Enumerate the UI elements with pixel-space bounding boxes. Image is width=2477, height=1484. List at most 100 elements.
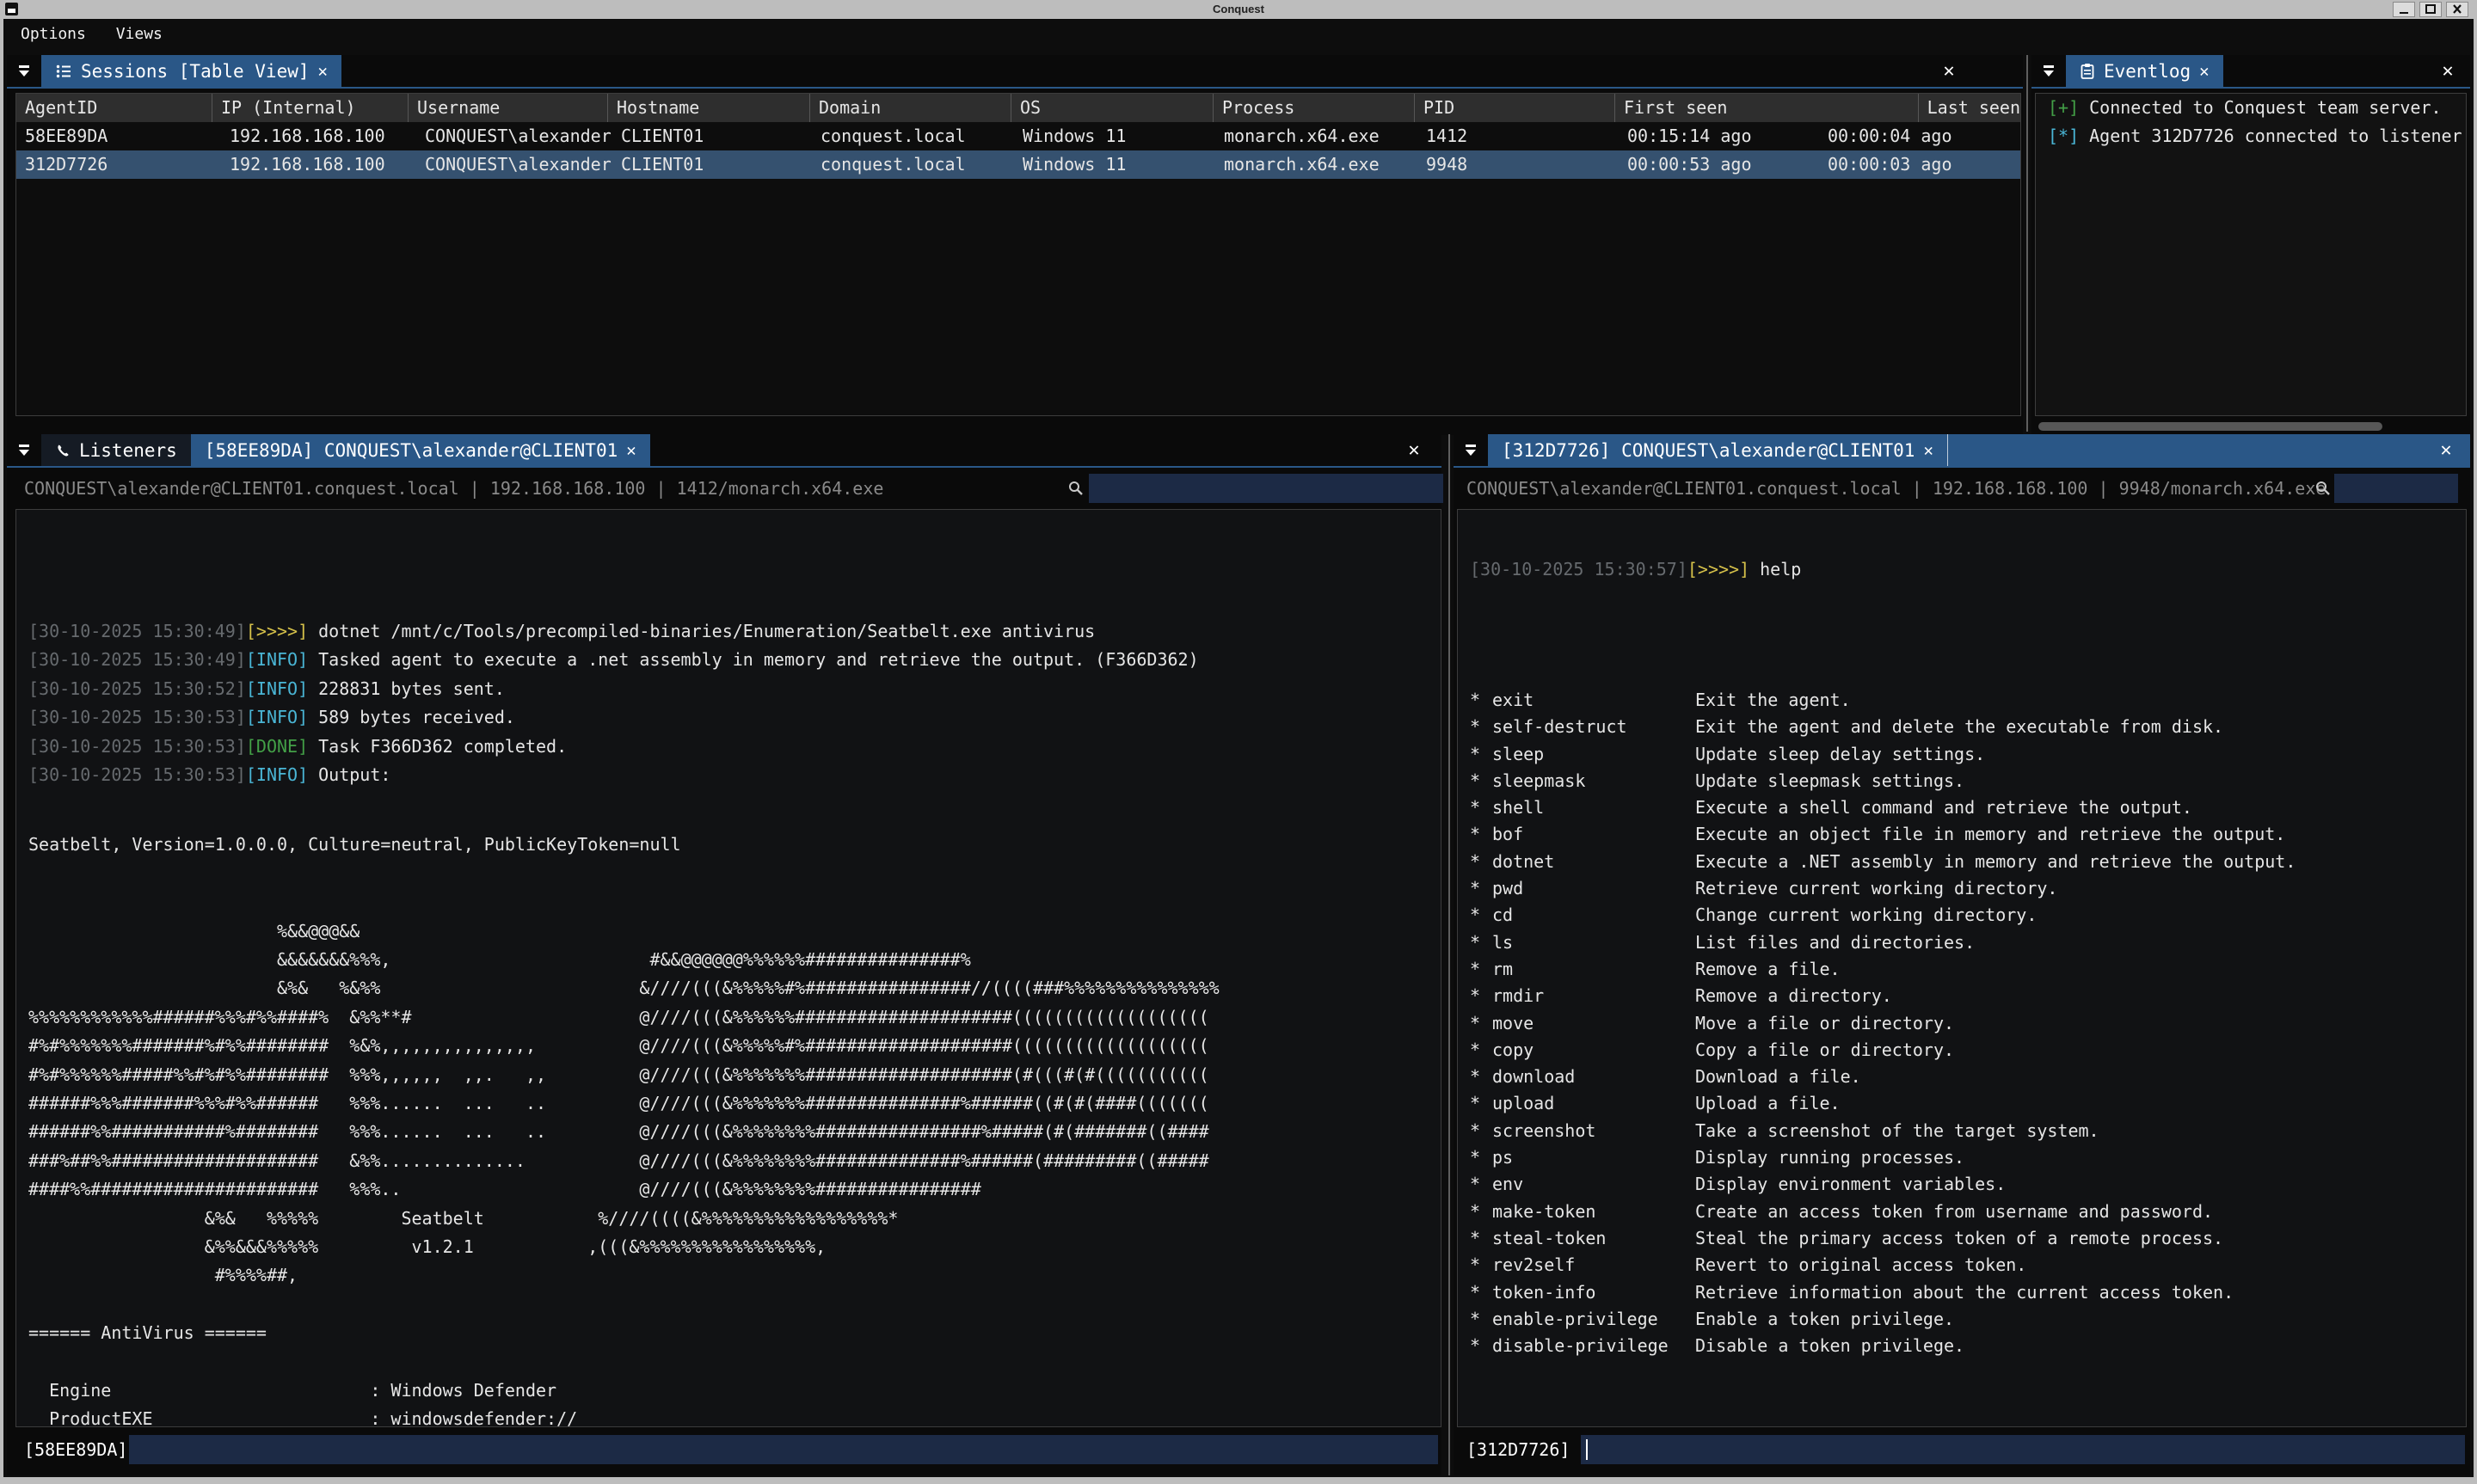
tab-session-312D7726-close-icon[interactable]: ✕ [1923,441,1933,460]
help-row: *steal-tokenSteal the primary access tok… [1470,1225,2466,1252]
left-console-collapse-button[interactable] [7,434,41,466]
eventlog-collapse-button[interactable] [2031,55,2066,87]
help-bullet: * [1470,794,1480,821]
log-timestamp: [30-10-2025 15:30:57] [1470,559,1687,579]
menu-views[interactable]: Views [116,22,163,46]
help-command-name: cd [1492,902,1513,929]
right-console-collapse-button[interactable] [1454,434,1488,466]
panel-divider-vertical-top[interactable] [2026,55,2028,432]
tab-listeners[interactable]: Listeners [41,434,191,466]
column-header[interactable]: IP (Internal) [212,94,408,122]
right-console-search-input[interactable] [2334,474,2458,503]
eventlog-horizontal-scrollbar[interactable] [2038,422,2382,431]
log-tag: [>>>>] [246,621,308,641]
tab-sessions-close-icon[interactable]: ✕ [318,62,328,81]
help-row: *pwdRetrieve current working directory. [1470,875,2466,902]
left-console-panel-close-icon[interactable]: ✕ [1398,434,1429,466]
sessions-collapse-button[interactable] [7,55,41,87]
titlebar[interactable]: Conquest [0,0,2477,19]
help-command-name: move [1492,1010,1534,1037]
left-console-command-input[interactable] [129,1435,1438,1464]
help-row: *enable-privilegeEnable a token privileg… [1470,1306,2466,1333]
help-bullet: * [1470,714,1480,740]
log-text: 589 bytes received. [318,707,515,727]
tab-session-58EE89DA[interactable]: [58EE89DA] CONQUEST\alexander@CLIENT01 ✕ [191,434,650,466]
minimize-button[interactable] [2393,2,2415,17]
help-command-description: Display running processes. [1695,1144,1964,1171]
help-row: *downloadDownload a file. [1470,1064,2466,1090]
tab-eventlog-label: Eventlog [2104,61,2191,82]
help-row: *disable-privilegeDisable a token privil… [1470,1333,2466,1359]
cell-process: monarch.x64.exe [1215,122,1417,150]
tab-session-58EE89DA-label: [58EE89DA] CONQUEST\alexander@CLIENT01 [205,440,618,461]
cell-ip-internal: 192.168.168.100 [221,150,416,179]
help-command-description: Retrieve current working directory. [1695,875,2057,902]
help-list: *exitExit the agent.*self-destructExit t… [1470,625,2466,1359]
help-bullet: * [1470,1118,1480,1144]
help-row: *sleepmaskUpdate sleepmask settings. [1470,768,2466,794]
panel-divider-vertical-bottom[interactable] [1448,434,1450,1475]
help-row: *envDisplay environment variables. [1470,1171,2466,1198]
help-bullet: * [1470,1225,1480,1252]
tab-session-58EE89DA-close-icon[interactable]: ✕ [626,441,636,460]
help-row: *screenshotTake a screenshot of the targ… [1470,1118,2466,1144]
eventlog-tabbar: Eventlog ✕ ✕ [2031,55,2470,89]
help-command-description: Execute a shell command and retrieve the… [1695,794,2192,821]
column-header[interactable]: AgentID [16,94,212,122]
column-header[interactable]: OS [1011,94,1213,122]
close-button[interactable] [2446,2,2468,17]
help-bullet: * [1470,1252,1480,1279]
help-command-description: Enable a token privilege. [1695,1306,1954,1333]
cell-last-seen: 00:00:03 ago [1819,150,2020,179]
help-bullet: * [1470,1090,1480,1117]
eventlog-panel-close-icon[interactable]: ✕ [2432,55,2463,87]
cell-first-seen: 00:00:53 ago [1619,150,1819,179]
cell-domain: conquest.local [812,122,1014,150]
menu-options[interactable]: Options [21,22,86,46]
column-header[interactable]: Username [408,94,607,122]
column-header[interactable]: Process [1213,94,1414,122]
help-command-name: download [1492,1064,1575,1090]
help-command-description: Exit the agent and delete the executable… [1695,714,2223,740]
table-row[interactable]: 312D7726 192.168.168.100 CONQUEST\alexan… [16,150,2020,179]
right-console-command-input[interactable] [1581,1435,2465,1464]
log-tag: [INFO] [246,764,308,785]
help-command-name: steal-token [1492,1225,1606,1252]
log-timestamp: [30-10-2025 15:30:52] [28,678,246,699]
column-header[interactable]: PID [1414,94,1614,122]
help-command-description: Execute a .NET assembly in memory and re… [1695,849,2296,875]
sessions-panel-close-icon[interactable]: ✕ [1933,55,1964,87]
log-text: Task F366D362 completed. [318,736,567,757]
tab-session-312D7726[interactable]: [312D7726] CONQUEST\alexander@CLIENT01 ✕ [1488,434,1948,466]
tab-sessions[interactable]: Sessions [Table View] ✕ [41,55,341,87]
help-bullet: * [1470,1144,1480,1171]
right-console-output: [30-10-2025 15:30:57][>>>>]help *exitExi… [1457,509,2467,1427]
eventlog-entry-text: Connected to Conquest team server. [2089,97,2441,118]
tab-eventlog-close-icon[interactable]: ✕ [2199,62,2209,81]
right-console-panel-close-icon[interactable]: ✕ [2431,434,2462,466]
column-header[interactable]: Domain [809,94,1011,122]
table-row[interactable]: 58EE89DA 192.168.168.100 CONQUEST\alexan… [16,122,2020,150]
log-text: Tasked agent to execute a .net assembly … [318,649,1199,670]
help-row: *copyCopy a file or directory. [1470,1037,2466,1064]
right-console-status: CONQUEST\alexander@CLIENT01.conquest.loc… [1466,473,2326,504]
help-bullet: * [1470,741,1480,768]
help-command-name: shell [1492,794,1544,821]
log-text: Output: [318,764,390,785]
help-command-name: env [1492,1171,1523,1198]
text-cursor [1586,1439,1588,1460]
column-header[interactable]: Hostname [607,94,809,122]
maximize-button[interactable] [2419,2,2442,17]
left-console-search-input[interactable] [1089,474,1443,503]
cell-os: Windows 11 [1014,122,1215,150]
cell-last-seen: 00:00:04 ago [1819,122,2020,150]
right-console-statusrow: CONQUEST\alexander@CLIENT01.conquest.loc… [1454,473,2470,504]
column-header[interactable]: First seen [1614,94,1918,122]
left-console-tabbar: Listeners [58EE89DA] CONQUEST\alexander@… [7,434,1441,468]
column-header[interactable]: Last seen [1918,94,2020,122]
log-line: [30-10-2025 15:30:52][INFO]228831 bytes … [28,675,1441,703]
help-bullet: * [1470,1064,1480,1090]
app-window: Conquest Options Views [0,0,2477,1484]
tab-eventlog[interactable]: Eventlog ✕ [2066,55,2223,87]
command-text: help [1760,559,1801,579]
